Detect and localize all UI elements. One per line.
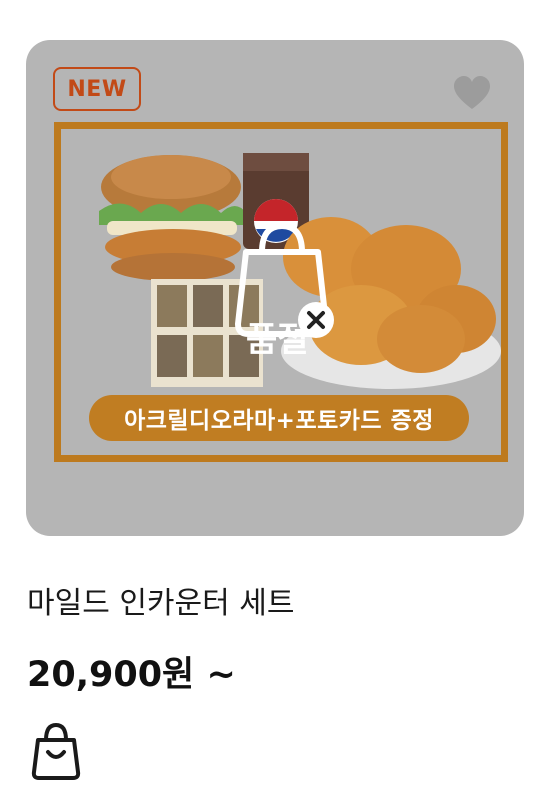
soldout-label: 품절 [246,320,309,360]
new-badge: NEW [53,67,141,111]
promo-banner: 아크릴디오라마+포토카드 증정 [89,395,469,441]
product-name[interactable]: 마일드 인카운터 세트 [27,578,294,622]
product-price: 20,900원 ~ [27,655,236,695]
heart-icon[interactable] [452,74,492,114]
shopping-bag-icon[interactable] [29,722,83,782]
product-image-card[interactable]: NEW 아크릴디오라마+포토카드 증정 품절 [26,40,524,536]
